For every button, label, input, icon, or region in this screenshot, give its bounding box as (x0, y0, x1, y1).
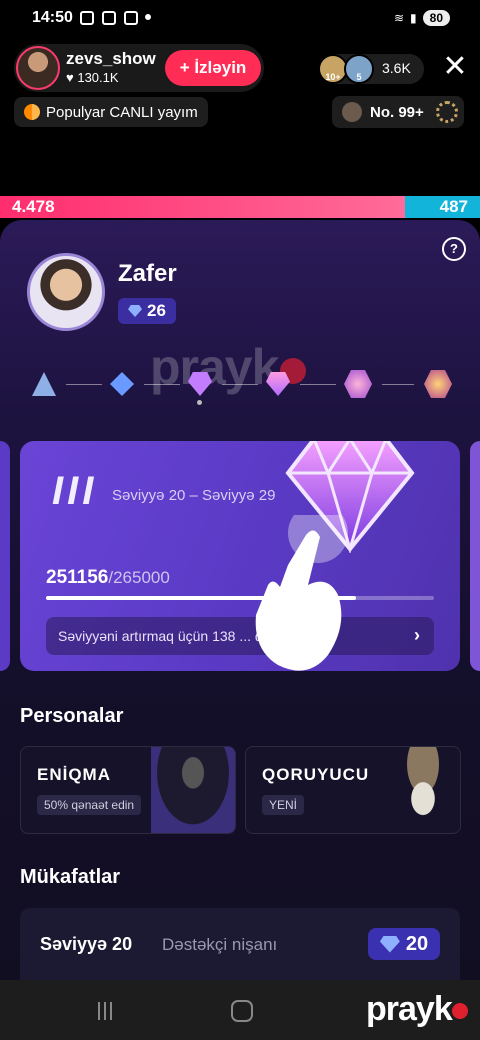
host-name: zevs_show (66, 49, 156, 68)
user-name: Zafer (118, 260, 177, 287)
level-hint-text: Səviyyəni artırmaq üçün 138 ... dır (58, 628, 272, 644)
notification-icon (102, 11, 116, 25)
tier-numeral: III (52, 469, 98, 513)
gem-icon (128, 305, 143, 317)
host-likes: ♥ 130.1K (66, 70, 119, 85)
live-tag-label: Populyar CANLI yayım (46, 103, 198, 121)
tier-icon-4[interactable] (266, 372, 290, 396)
next-card[interactable] (470, 441, 480, 671)
status-icons (80, 11, 138, 25)
tier-icon-6[interactable] (424, 370, 452, 398)
brand-dot (451, 1003, 468, 1020)
status-dot (145, 14, 151, 20)
reward-level-pill: 20 (368, 928, 440, 960)
help-icon[interactable]: ? (442, 237, 466, 261)
viewer-avatar[interactable]: 5 (344, 54, 374, 84)
reward-level: Səviyyə 20 (40, 934, 133, 954)
persona-name: ENİQMA (37, 765, 111, 784)
level-badge: 26 (118, 298, 176, 324)
progress-bar (46, 596, 434, 600)
level-range: Səviyyə 20 – Səviyyə 29 (112, 487, 276, 504)
rank-avatar (342, 102, 362, 122)
viewer-count: 3.6K (382, 60, 411, 76)
chevron-right-icon[interactable]: › (414, 625, 420, 646)
level-value: 26 (147, 301, 166, 320)
rewards-title: Mükafatlar (20, 866, 121, 888)
level-card[interactable]: III Səviyyə 20 – Səviyyə 29 251156/26500… (20, 441, 460, 671)
persona-image (151, 747, 235, 833)
tier-line (300, 384, 336, 385)
reward-row[interactable]: Səviyyə 20 Dəstəkçi nişanı 20 (20, 908, 460, 980)
status-time: 14:50 (32, 9, 73, 26)
tier-icon-2[interactable] (110, 372, 134, 396)
heart-icon: ♥ (66, 70, 74, 85)
notification-icon (124, 11, 138, 25)
persona-badge: 50% qənaət edin (37, 795, 142, 815)
user-avatar (27, 253, 105, 331)
viewers-pill[interactable]: 10+ 5 3.6K (318, 54, 424, 84)
persona-card-qoruyucu[interactable]: QORUYUCU YENİ (245, 746, 461, 834)
tier-line (66, 384, 102, 385)
status-bar: 14:50 ≋ ▮ 80 (0, 0, 480, 38)
home-icon[interactable] (231, 1000, 253, 1022)
tier-icon-1[interactable] (32, 372, 56, 396)
personas-title: Personalar (20, 705, 124, 727)
wheel-icon (436, 101, 458, 123)
battle-left-score: 4.478 (12, 197, 55, 216)
persona-card-eniqma[interactable]: ENİQMA 50% qənaət edin (20, 746, 236, 834)
notification-icon (80, 11, 94, 25)
battle-bar: 4.478 487 (0, 196, 480, 218)
battery-icon: 80 (422, 10, 450, 26)
tier-line (222, 384, 258, 385)
level-panel: ? Zafer 26 prayk III Səviyyə 20 – Səviyy… (0, 220, 480, 980)
status-right: ≋ ▮ 80 (394, 10, 450, 26)
tap-hand-icon (255, 515, 348, 671)
wifi-icon: ≋ (393, 11, 405, 25)
follow-button[interactable]: + İzləyin (165, 50, 261, 86)
reward-value: 20 (405, 932, 429, 955)
persona-name: QORUYUCU (262, 765, 370, 784)
close-icon[interactable]: ✕ (440, 50, 470, 84)
host-avatar[interactable] (16, 46, 60, 90)
signal-icon: ▮ (410, 11, 417, 25)
brand-watermark: prayk (366, 990, 468, 1029)
progress-value: 251156/265000 (46, 567, 170, 588)
recents-icon[interactable] (98, 1002, 118, 1020)
rank-label: No. 99+ (370, 103, 424, 121)
level-hint-row[interactable]: Səviyyəni artırmaq üçün 138 ... dır › (46, 617, 434, 655)
reward-desc: Dəstəkçi nişanı (162, 935, 278, 954)
heart-icon (24, 104, 40, 120)
gem-icon (379, 935, 400, 953)
persona-badge: YENİ (262, 795, 305, 815)
tier-track (30, 370, 460, 400)
live-tag[interactable]: Populyar CANLI yayım (14, 97, 208, 127)
page-indicator (197, 400, 202, 405)
battle-right-score: 487 (439, 197, 468, 216)
prev-card[interactable] (0, 441, 10, 671)
tier-line (382, 384, 414, 385)
battle-left-bar (0, 196, 405, 218)
tier-icon-5[interactable] (344, 370, 372, 398)
rank-pill[interactable]: No. 99+ (332, 96, 464, 128)
persona-image (386, 747, 460, 833)
tier-icon-3[interactable] (188, 372, 212, 396)
tier-line (144, 384, 180, 385)
